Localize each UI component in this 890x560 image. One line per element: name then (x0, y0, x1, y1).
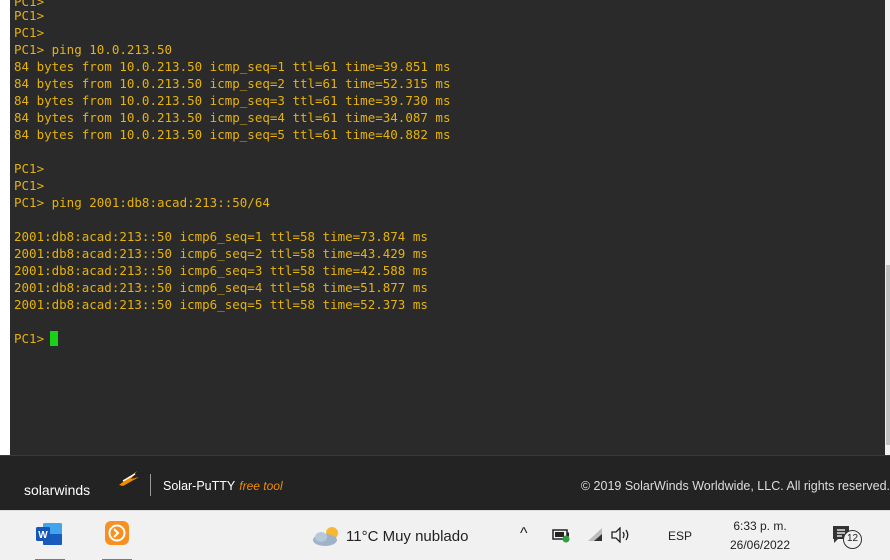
terminal-line: PC1> (14, 178, 45, 193)
language-indicator[interactable]: ESP (668, 529, 692, 543)
product-label: Solar-PuTTY free tool (163, 479, 283, 493)
copyright-text: © 2019 SolarWinds Worldwide, LLC. All ri… (580, 479, 890, 493)
product-name: Solar-PuTTY (163, 479, 236, 493)
terminal-line: PC1> ping 2001:db8:acad:213::50/64 (14, 195, 270, 210)
scrollbar-thumb[interactable] (886, 265, 890, 445)
terminal-line: 84 bytes from 10.0.213.50 icmp_seq=1 ttl… (14, 59, 451, 74)
solarwinds-flame-icon (119, 471, 139, 486)
windows-taskbar: W 11°C Muy nublado ^ ESP 6:33 p. m. 26/0… (0, 510, 890, 560)
vertical-scrollbar[interactable] (885, 0, 890, 455)
terminal-line: 84 bytes from 10.0.213.50 icmp_seq=2 ttl… (14, 76, 451, 91)
battery-icon[interactable] (552, 527, 572, 543)
notification-count-badge: 12 (843, 530, 862, 549)
terminal-prompt[interactable]: PC1> (10, 330, 885, 347)
weather-widget[interactable]: 11°C Muy nublado (346, 528, 468, 545)
taskbar-solar-putty-button[interactable] (92, 511, 142, 560)
text-cursor (50, 331, 59, 346)
taskbar-word-button[interactable]: W (25, 511, 75, 560)
speaker-icon[interactable] (610, 527, 632, 543)
clock-date: 26/06/2022 (729, 538, 791, 552)
terminal-line: PC1> ping 10.0.213.50 (14, 42, 173, 57)
clock-time: 6:33 p. m. (733, 519, 787, 533)
terminal-line: 2001:db8:acad:213::50 icmp6_seq=3 ttl=58… (14, 263, 428, 278)
terminal-line: 2001:db8:acad:213::50 icmp6_seq=1 ttl=58… (14, 229, 428, 244)
terminal-line: PC1> (14, 25, 45, 40)
wifi-icon[interactable] (586, 527, 604, 543)
terminal-line: 2001:db8:acad:213::50 icmp6_seq=5 ttl=58… (14, 297, 428, 312)
svg-text:W: W (38, 530, 48, 541)
footer-divider (150, 474, 151, 496)
terminal-line: 2001:db8:acad:213::50 icmp6_seq=4 ttl=58… (14, 280, 428, 295)
terminal-output[interactable]: PC1> PC1> PC1> PC1> ping 10.0.213.50 84 … (10, 0, 885, 455)
terminal-line: PC1> (14, 8, 45, 23)
terminal-line: 84 bytes from 10.0.213.50 icmp_seq=4 ttl… (14, 110, 451, 125)
solarwinds-logo[interactable]: solarwinds (24, 482, 90, 498)
word-icon: W (36, 523, 62, 545)
notification-center-button[interactable]: 12 (830, 524, 862, 550)
terminal-line: PC1> (10, 0, 885, 7)
prompt-text: PC1> (14, 331, 45, 346)
solar-putty-footer: solarwinds Solar-PuTTY free tool © 2019 S… (0, 455, 890, 510)
terminal-line: 2001:db8:acad:213::50 icmp6_seq=2 ttl=58… (14, 246, 428, 261)
terminal-window: PC1> PC1> PC1> PC1> ping 10.0.213.50 84 … (0, 0, 890, 455)
terminal-line: PC1> (14, 161, 45, 176)
cloud-sun-icon[interactable] (310, 524, 344, 548)
taskbar-clock[interactable]: 6:33 p. m. 26/06/2022 (725, 517, 795, 555)
terminal-line: 84 bytes from 10.0.213.50 icmp_seq=5 ttl… (14, 127, 451, 142)
free-tool-tag: free tool (239, 479, 283, 493)
solar-putty-icon (105, 521, 129, 545)
chevron-up-icon[interactable]: ^ (520, 525, 528, 543)
terminal-line: 84 bytes from 10.0.213.50 icmp_seq=3 ttl… (14, 93, 451, 108)
